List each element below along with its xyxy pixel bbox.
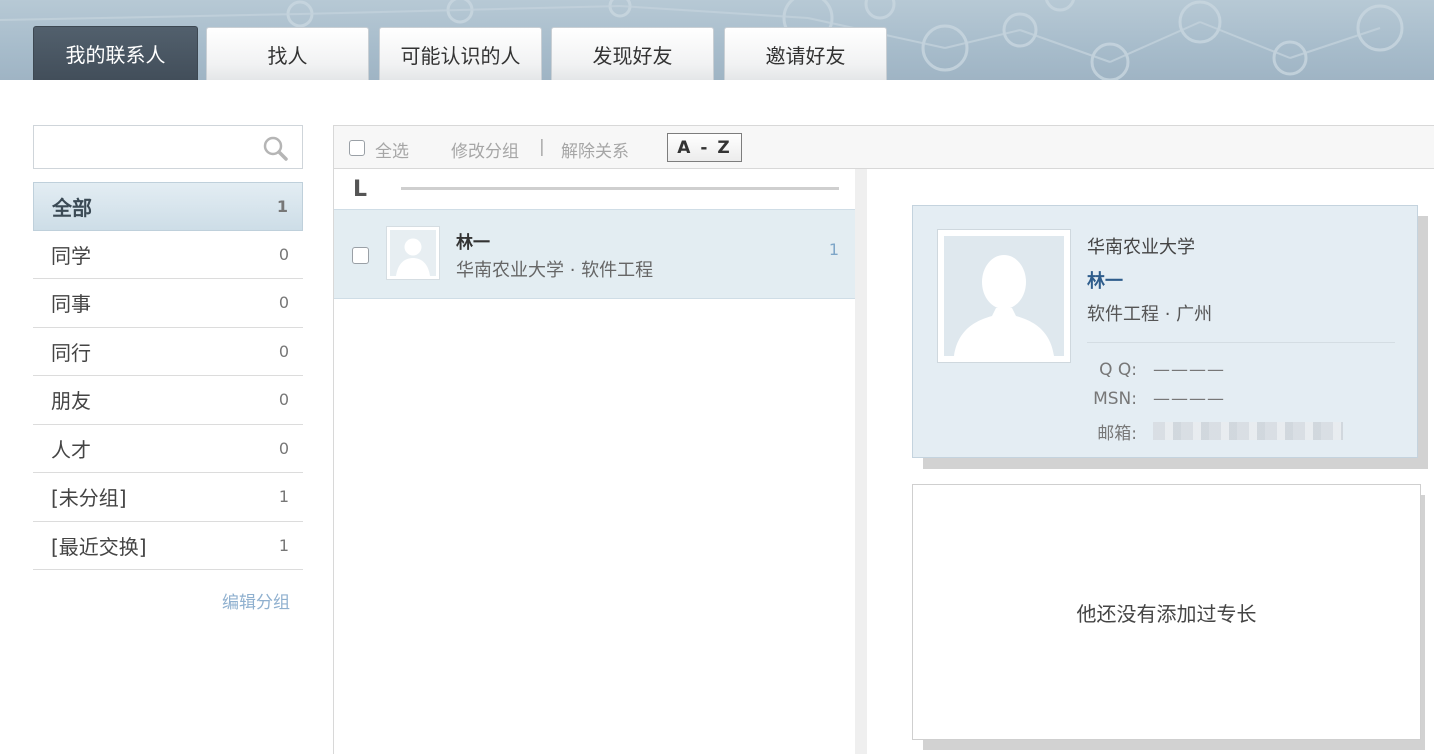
group-count: 1	[278, 535, 289, 555]
detail-school: 华南农业大学	[1087, 237, 1195, 258]
group-count: 0	[278, 438, 289, 458]
msn-label: MSN:	[1093, 389, 1137, 409]
tab-people-you-may-know[interactable]: 可能认识的人	[379, 27, 542, 80]
letter-heading: L	[353, 177, 368, 202]
contact-subtitle: 华南农业大学 · 软件工程	[456, 260, 654, 281]
select-all-checkbox[interactable]	[349, 140, 365, 156]
group-count: 1	[276, 196, 288, 216]
group-label: [未分组]	[51, 486, 127, 511]
group-item-ungrouped[interactable]: [未分组] 1	[33, 473, 303, 522]
avatar	[386, 226, 440, 280]
group-label: 全部	[52, 195, 92, 220]
email-value-redacted	[1153, 422, 1343, 440]
detail-separator	[1087, 342, 1395, 343]
group-item-colleagues[interactable]: 同事 0	[33, 279, 303, 328]
group-count: 0	[278, 341, 289, 361]
group-label: 同学	[51, 243, 91, 268]
contact-count: 1	[828, 240, 839, 259]
detail-name[interactable]: 林一	[1087, 267, 1123, 293]
group-item-all[interactable]: 全部 1	[33, 182, 303, 231]
search-box	[33, 125, 303, 169]
contact-checkbox[interactable]	[352, 247, 369, 264]
detail-major-city: 软件工程 · 广州	[1087, 304, 1213, 325]
group-count: 1	[278, 487, 289, 507]
group-item-peers[interactable]: 同行 0	[33, 328, 303, 376]
group-item-classmates[interactable]: 同学 0	[33, 231, 303, 279]
group-label: 人才	[51, 437, 91, 462]
group-count: 0	[278, 293, 289, 313]
qq-value: ————	[1153, 360, 1225, 380]
skills-panel: 他还没有添加过专长	[912, 484, 1421, 740]
search-input[interactable]	[42, 126, 262, 166]
default-person-icon	[944, 236, 1064, 356]
group-item-recent-exchange[interactable]: [最近交换] 1	[33, 522, 303, 570]
group-list: 全部 1 同学 0 同事 0 同行 0 朋友 0 人才 0 [未分组] 1 [最…	[33, 182, 303, 570]
group-item-talent[interactable]: 人才 0	[33, 425, 303, 473]
search-icon[interactable]	[262, 135, 288, 161]
letter-divider	[401, 187, 839, 190]
default-person-icon	[390, 230, 436, 276]
remove-relation-button[interactable]: 解除关系	[561, 137, 629, 162]
profile-photo	[937, 229, 1071, 363]
contact-detail-card: 华南农业大学 林一 软件工程 · 广州 Q Q: ———— MSN: ———— …	[912, 205, 1418, 458]
select-all-label[interactable]: 全选	[375, 137, 409, 162]
contact-toolbar: 全选 修改分组 | 解除关系 A - Z	[333, 125, 1434, 169]
sort-az-button[interactable]: A - Z	[667, 133, 742, 162]
email-label: 邮箱:	[1097, 424, 1137, 444]
tab-my-contacts[interactable]: 我的联系人	[33, 26, 198, 80]
contact-list: L 林一 华南农业大学 · 软件工程 1	[333, 169, 855, 754]
group-label: [最近交换]	[51, 534, 147, 559]
tab-find-people[interactable]: 找人	[206, 27, 369, 80]
skills-empty-text: 他还没有添加过专长	[1076, 601, 1257, 626]
qq-label: Q Q:	[1099, 360, 1137, 380]
edit-groups-link[interactable]: 编辑分组	[222, 588, 290, 613]
toolbar-separator: |	[539, 137, 545, 157]
edit-group-button[interactable]: 修改分组	[451, 137, 519, 162]
panel-divider	[855, 169, 867, 754]
group-count: 0	[278, 390, 289, 410]
tab-invite-friends[interactable]: 邀请好友	[724, 27, 887, 80]
msn-value: ————	[1153, 389, 1225, 409]
tab-discover-friends[interactable]: 发现好友	[551, 27, 714, 80]
group-count: 0	[278, 244, 289, 264]
contact-name: 林一	[456, 233, 490, 253]
group-item-friends[interactable]: 朋友 0	[33, 376, 303, 425]
group-label: 同行	[51, 340, 91, 365]
group-label: 同事	[51, 292, 91, 317]
top-header: 我的联系人 找人 可能认识的人 发现好友 邀请好友	[0, 0, 1434, 80]
contact-row[interactable]: 林一 华南农业大学 · 软件工程 1	[334, 209, 855, 299]
group-label: 朋友	[51, 389, 91, 414]
